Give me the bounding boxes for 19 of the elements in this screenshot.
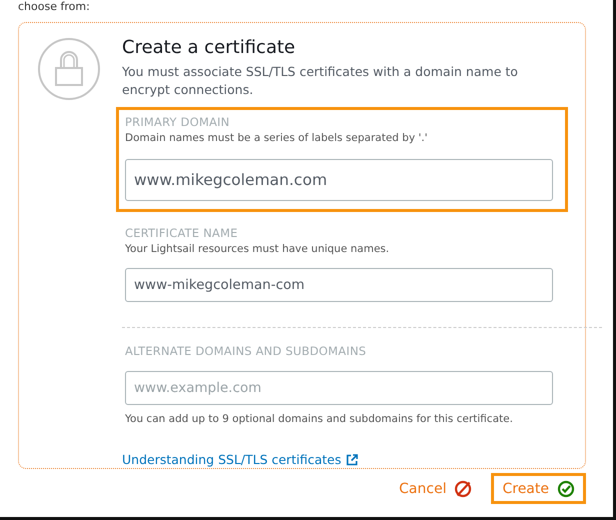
help-text: You can add up to 9 optional domains and subdomains for this certificate. (125, 413, 514, 425)
lock-icon (37, 37, 101, 101)
prohibited-icon (454, 480, 472, 498)
intro-text: choose from: (18, 0, 91, 14)
create-button[interactable]: Create (491, 473, 586, 504)
cancel-button[interactable]: Cancel (388, 473, 484, 504)
help-text: Domain names must be a series of labels separated by '.' (125, 132, 428, 144)
card-title: Create a certificate (122, 37, 296, 58)
help-text: Your Lightsail resources must have unique names. (125, 243, 390, 255)
field-label: CERTIFICATE NAME (125, 226, 239, 240)
check-circle-icon (557, 480, 575, 498)
help-link[interactable]: Understanding SSL/TLS certificates (122, 452, 358, 467)
card-description: You must associate SSL/TLS certificates with a domain name to encrypt connections. (122, 63, 519, 99)
input-field[interactable]: www.example.com (125, 371, 553, 405)
input-field[interactable]: www.mikegcoleman.com (125, 159, 553, 201)
field-label: ALTERNATE DOMAINS AND SUBDOMAINS (125, 344, 368, 358)
field-label: PRIMARY DOMAIN (125, 115, 231, 129)
input-field[interactable]: www-mikegcoleman-com (125, 268, 553, 302)
external-link-icon (346, 454, 358, 466)
